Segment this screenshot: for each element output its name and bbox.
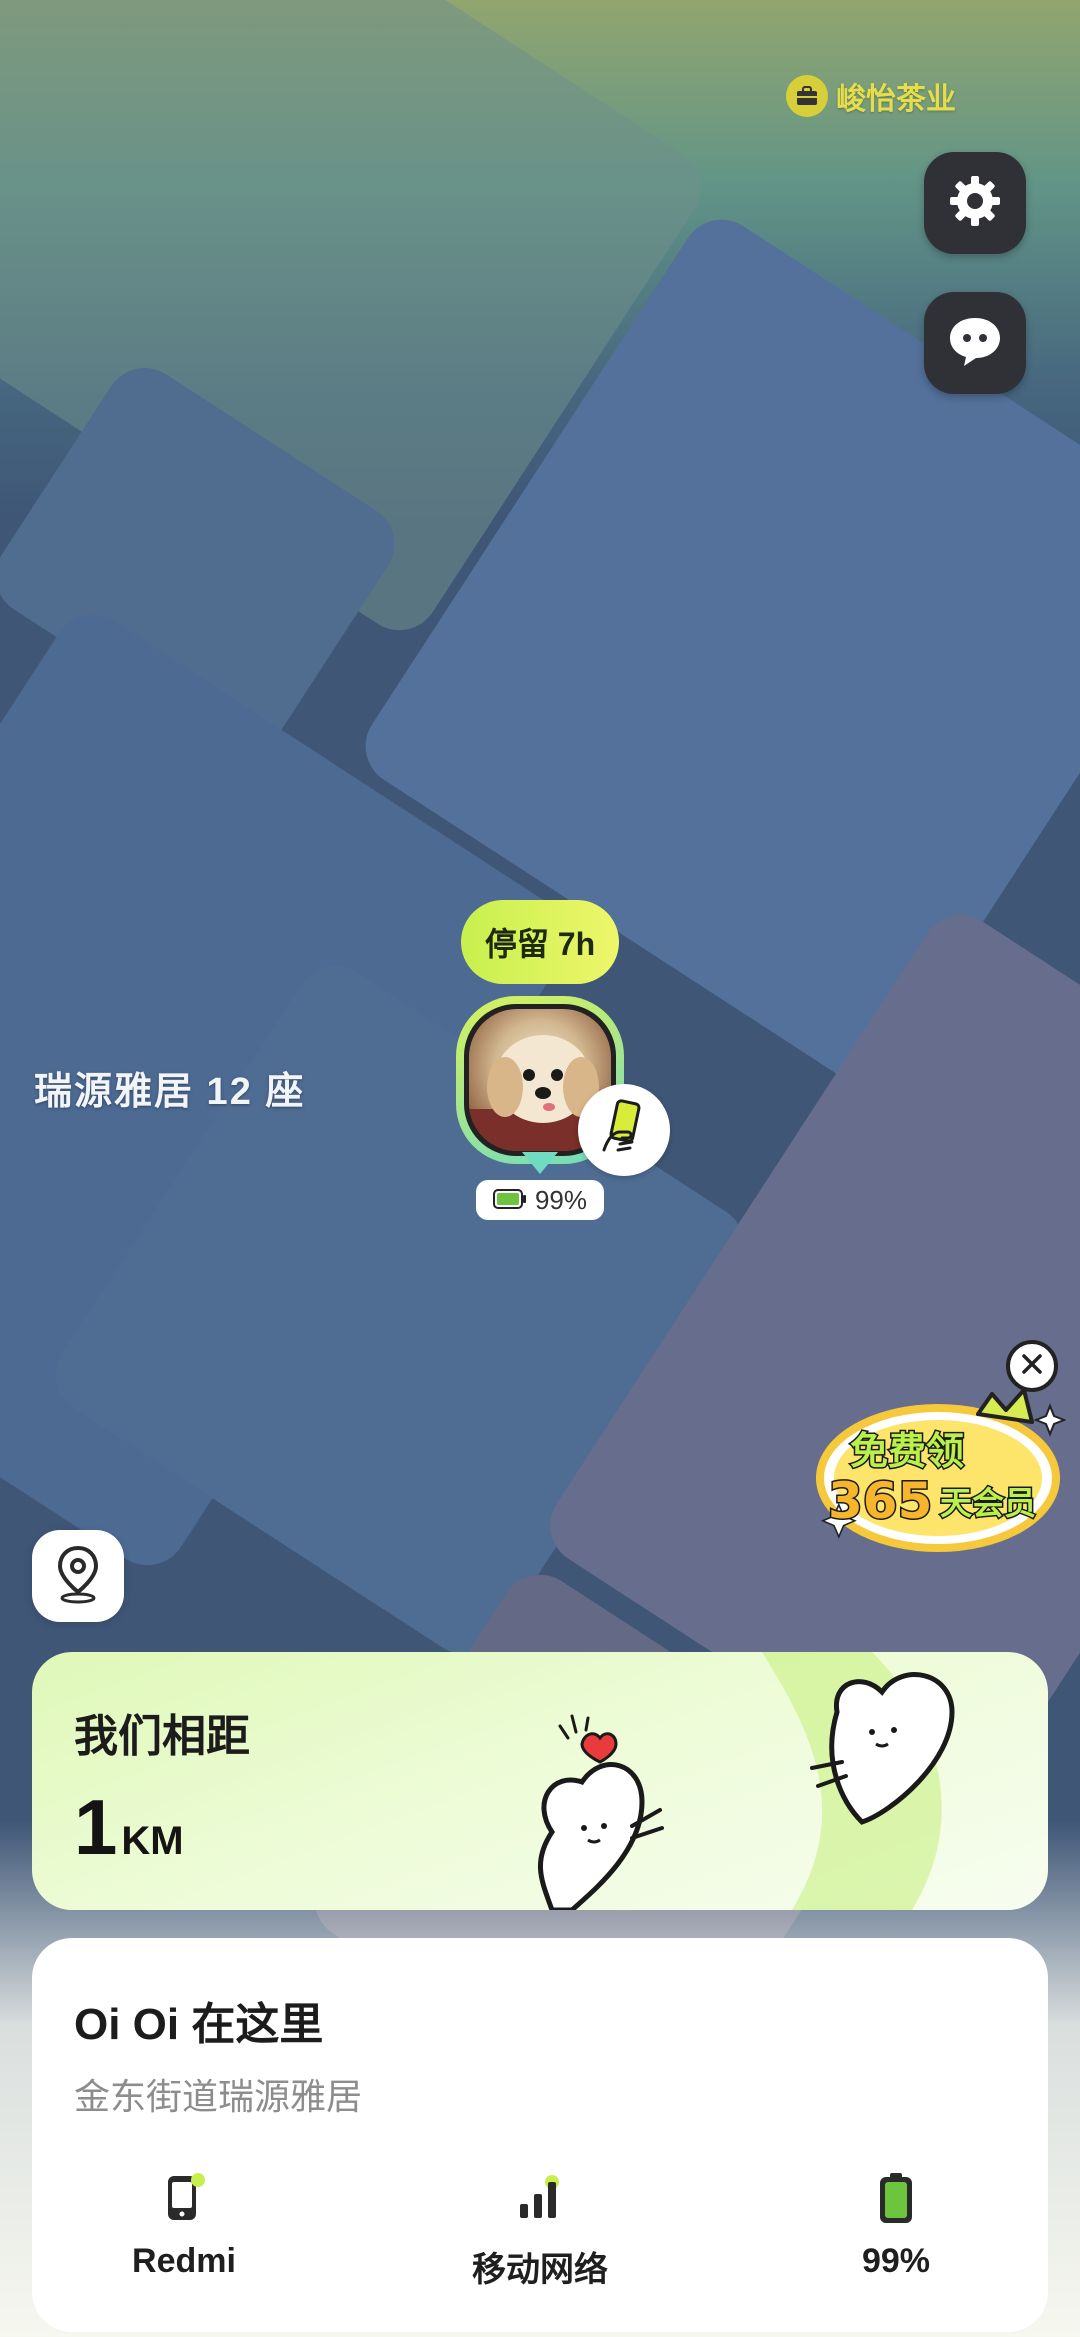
distance-card[interactable]: 我们相距 1 KM: [32, 1652, 1048, 1910]
shop-bag-icon: [786, 75, 828, 117]
distance-value: 1 KM: [74, 1782, 184, 1873]
stat-device-label: Redmi: [132, 2242, 236, 2280]
building-label: 瑞源雅居 12 座: [34, 1071, 306, 1113]
location-info-card[interactable]: Oi Oi 在这里 金东街道瑞源雅居 Redmi 移动网络 99%: [32, 1938, 1048, 2332]
location-pin-icon: [54, 1544, 102, 1609]
marker-battery-label: 99%: [534, 1184, 588, 1215]
promo-line2-text: 天会员: [940, 1484, 1036, 1522]
battery-icon: [492, 1185, 527, 1216]
locate-button[interactable]: [32, 1530, 124, 1622]
poi-marker[interactable]: 峻怡茶业: [786, 74, 956, 118]
poi-label: 峻怡茶业: [836, 83, 956, 116]
promo-line1: 免费领: [850, 1429, 964, 1473]
partner-location-title: Oi Oi 在这里: [74, 2000, 324, 2049]
partner-address: 金东街道瑞源雅居: [74, 2076, 363, 2117]
promo-close-button[interactable]: [1006, 1340, 1058, 1392]
stat-battery: 99%: [766, 2168, 1026, 2281]
stat-battery-label: 99%: [861, 2242, 931, 2280]
settings-button[interactable]: [924, 152, 1026, 254]
distance-title: 我们相距: [74, 1712, 250, 1761]
chat-bubble-icon: [946, 314, 1004, 373]
stat-network: 移动网络: [410, 2168, 670, 2291]
hearts-illustration: [537, 1652, 955, 1910]
stay-duration-pill: 停留 7h: [461, 900, 619, 984]
signal-bars-icon: [510, 2168, 570, 2228]
distance-number: 1: [74, 1783, 118, 1871]
stat-network-label: 移动网络: [472, 2251, 608, 2289]
promo-graphic[interactable]: 免费领 365 天会员: [810, 1380, 1067, 1560]
gear-icon: [946, 172, 1004, 235]
chat-button[interactable]: [924, 292, 1026, 394]
phone-icon: [154, 2168, 214, 2228]
hand-holding-phone-icon: [598, 1098, 650, 1163]
avatar-pointer: [522, 1152, 558, 1174]
device-badge: [578, 1084, 670, 1176]
promo-badge[interactable]: 免费领 365 天会员: [806, 1340, 1070, 1560]
battery-icon: [866, 2168, 926, 2228]
promo-number: 365: [828, 1472, 932, 1530]
stat-device: Redmi: [54, 2168, 314, 2281]
close-icon: [1020, 1352, 1044, 1381]
distance-unit: KM: [121, 1819, 184, 1863]
marker-battery-chip: 99%: [476, 1180, 604, 1220]
